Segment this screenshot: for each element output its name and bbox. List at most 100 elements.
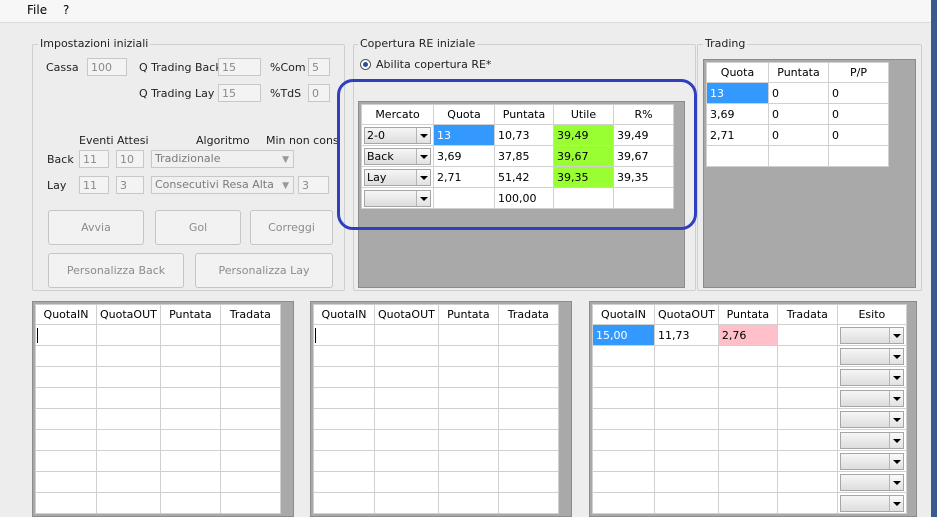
back-attesi-field[interactable]: 10: [116, 150, 144, 168]
puntata-cell[interactable]: 51,42: [494, 166, 554, 188]
personalizza-lay-button[interactable]: Personalizza Lay: [195, 253, 333, 288]
mercato-select[interactable]: Back: [364, 147, 431, 165]
utile-cell[interactable]: 39,67: [553, 145, 614, 167]
table-row: [592, 471, 907, 493]
esito-select[interactable]: [839, 473, 904, 491]
puntata-cell[interactable]: 37,85: [494, 145, 554, 167]
utile-cell[interactable]: [553, 187, 614, 209]
lay-eventi-field[interactable]: 11: [79, 176, 109, 194]
puntata-total-cell[interactable]: 100,00: [494, 187, 554, 209]
col-tradata[interactable]: Tradata: [219, 304, 281, 325]
window-edge: [931, 0, 937, 517]
table-row: [313, 429, 559, 451]
puntata-cell[interactable]: 0: [768, 124, 829, 146]
com-field[interactable]: 5: [308, 58, 330, 76]
tds-field[interactable]: 0: [308, 84, 330, 102]
quota-cell[interactable]: 2,71: [706, 124, 769, 146]
cassa-field[interactable]: 100: [87, 58, 127, 76]
puntata-cell[interactable]: 0: [768, 82, 829, 104]
quota-cell[interactable]: 2,71: [433, 166, 495, 188]
q-trading-lay-field[interactable]: 15: [218, 84, 261, 102]
gol-button[interactable]: Gol: [155, 210, 241, 245]
r-percent-cell[interactable]: [613, 187, 674, 209]
chevron-down-icon[interactable]: [416, 169, 430, 185]
esito-select[interactable]: [839, 368, 904, 386]
mercato-select[interactable]: [364, 189, 431, 207]
quota-cell[interactable]: [433, 187, 495, 209]
col-r-percent[interactable]: R%: [613, 104, 674, 125]
col-puntata[interactable]: Puntata: [437, 304, 499, 325]
personalizza-back-button[interactable]: Personalizza Back: [48, 253, 184, 288]
correggi-button[interactable]: Correggi: [250, 210, 333, 245]
quota-cell[interactable]: 13: [433, 124, 495, 146]
tradata-cell[interactable]: [776, 324, 838, 346]
col-tradata[interactable]: Tradata: [776, 304, 838, 325]
r-percent-cell[interactable]: 39,49: [613, 124, 674, 146]
esito-select[interactable]: [839, 431, 904, 449]
col-quota-in[interactable]: QuotaIN: [35, 304, 97, 325]
quota-cell[interactable]: 3,69: [706, 103, 769, 125]
col-esito[interactable]: Esito: [836, 304, 907, 325]
esito-select[interactable]: [839, 326, 904, 344]
chevron-down-icon[interactable]: [888, 390, 903, 406]
chevron-down-icon[interactable]: [888, 453, 903, 469]
chevron-down-icon[interactable]: [416, 190, 430, 206]
col-quota[interactable]: Quota: [433, 104, 495, 125]
col-quota-in[interactable]: QuotaIN: [592, 304, 655, 325]
pp-cell[interactable]: 0: [828, 103, 889, 125]
puntata-cell[interactable]: 10,73: [494, 124, 554, 146]
menu-help[interactable]: ?: [63, 3, 69, 17]
col-pp[interactable]: P/P: [828, 62, 889, 83]
chevron-down-icon[interactable]: [888, 327, 903, 343]
col-puntata[interactable]: Puntata: [494, 104, 554, 125]
back-algoritmo-select[interactable]: Tradizionale ▼: [151, 150, 294, 168]
quota-cell[interactable]: 3,69: [433, 145, 495, 167]
lay-min-non-cons-field[interactable]: 3: [298, 176, 329, 194]
mercato-select[interactable]: 2-0: [364, 126, 431, 144]
lay-algoritmo-select[interactable]: Consecutivi Resa Alta ▼: [151, 176, 294, 194]
avvia-button[interactable]: Avvia: [48, 210, 144, 245]
chevron-down-icon[interactable]: [416, 127, 430, 143]
esito-select[interactable]: [839, 494, 904, 512]
col-quota-out[interactable]: QuotaOUT: [374, 304, 439, 325]
pp-cell[interactable]: 0: [828, 124, 889, 146]
chevron-down-icon[interactable]: [888, 495, 903, 511]
esito-select[interactable]: [839, 389, 904, 407]
utile-cell[interactable]: 39,35: [553, 166, 614, 188]
esito-select[interactable]: [839, 347, 904, 365]
chevron-down-icon[interactable]: [888, 411, 903, 427]
menu-file[interactable]: File: [27, 3, 47, 17]
col-puntata[interactable]: Puntata: [768, 62, 829, 83]
chevron-down-icon[interactable]: [888, 369, 903, 385]
chevron-down-icon[interactable]: [416, 148, 430, 164]
col-quota-out[interactable]: QuotaOUT: [654, 304, 719, 325]
col-tradata[interactable]: Tradata: [497, 304, 559, 325]
quota-in-cell[interactable]: 15,00: [592, 324, 655, 346]
quota-out-cell[interactable]: 11,73: [654, 324, 719, 346]
pp-cell[interactable]: 0: [828, 82, 889, 104]
q-trading-back-field[interactable]: 15: [218, 58, 261, 76]
lay-attesi-field[interactable]: 3: [116, 176, 144, 194]
back-eventi-field[interactable]: 11: [79, 150, 109, 168]
puntata-cell[interactable]: 0: [768, 103, 829, 125]
esito-select[interactable]: [839, 452, 904, 470]
col-utile[interactable]: Utile: [553, 104, 614, 125]
col-puntata[interactable]: Puntata: [159, 304, 221, 325]
col-mercato[interactable]: Mercato: [361, 104, 434, 125]
abilita-copertura-label[interactable]: Abilita copertura RE*: [376, 58, 491, 71]
esito-select[interactable]: [839, 410, 904, 428]
puntata-cell[interactable]: 2,76: [717, 324, 778, 346]
chevron-down-icon[interactable]: [888, 348, 903, 364]
mercato-select[interactable]: Lay: [364, 168, 431, 186]
r-percent-cell[interactable]: 39,67: [613, 145, 674, 167]
col-quota-in[interactable]: QuotaIN: [313, 304, 375, 325]
r-percent-cell[interactable]: 39,35: [613, 166, 674, 188]
utile-cell[interactable]: 39,49: [553, 124, 614, 146]
col-puntata[interactable]: Puntata: [717, 304, 778, 325]
abilita-copertura-radio[interactable]: [360, 59, 371, 70]
quota-cell[interactable]: 13: [706, 82, 769, 104]
col-quota[interactable]: Quota: [706, 62, 769, 83]
chevron-down-icon[interactable]: [888, 432, 903, 448]
chevron-down-icon[interactable]: [888, 474, 903, 490]
col-quota-out[interactable]: QuotaOUT: [96, 304, 161, 325]
